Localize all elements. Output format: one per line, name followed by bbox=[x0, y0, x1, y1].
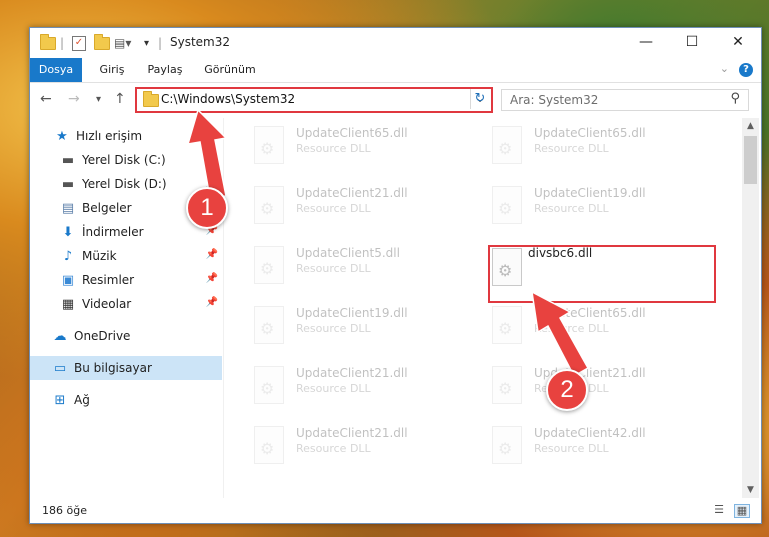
list-item[interactable]: UpdateClient21.dll Resource DLL bbox=[224, 358, 454, 410]
tab-home[interactable]: Giriş bbox=[92, 58, 132, 82]
sidebar-item-pictures[interactable]: ▣ Resimler 📌 bbox=[30, 268, 222, 292]
qa-dropdown-icon[interactable]: ▾ bbox=[144, 34, 149, 52]
list-item[interactable]: UpdateClient19.dll Resource DLL bbox=[462, 178, 692, 230]
pin-icon[interactable]: 📌 bbox=[206, 249, 218, 260]
network-icon: ⊞ bbox=[54, 392, 66, 408]
highlight-box bbox=[488, 245, 716, 303]
expand-ribbon-icon[interactable]: ⌄ bbox=[720, 62, 729, 75]
search-box[interactable]: Ara: System32 ⚲ bbox=[501, 89, 749, 111]
tab-share[interactable]: Paylaş bbox=[142, 58, 188, 82]
pin-icon[interactable]: 📌 bbox=[206, 153, 218, 164]
drive-icon: ▬ bbox=[61, 176, 75, 192]
title-bar: | ✓ ▤▾ ▾ | System32 — ☐ ✕ bbox=[30, 28, 761, 58]
status-bar: 186 öğe ☰ ▦ bbox=[30, 499, 761, 523]
dll-file-icon bbox=[254, 306, 284, 344]
back-arrow-icon[interactable]: ← bbox=[40, 91, 52, 107]
scroll-up-icon[interactable]: ▲ bbox=[742, 118, 759, 134]
new-folder-icon[interactable] bbox=[94, 33, 110, 52]
navigation-pane: ★ Hızlı erişim ▬ Yerel Disk (C:) 📌 ▬ Yer… bbox=[30, 118, 224, 498]
dll-file-icon bbox=[492, 186, 522, 224]
scroll-down-icon[interactable]: ▼ bbox=[742, 482, 759, 498]
up-arrow-icon[interactable]: ↑ bbox=[114, 91, 126, 107]
dll-file-icon bbox=[492, 366, 522, 404]
list-item[interactable]: UpdateClient65.dll Resource DLL bbox=[462, 298, 692, 350]
refresh-icon[interactable]: ↻ bbox=[470, 89, 489, 109]
dll-file-icon bbox=[254, 126, 284, 164]
address-path: C:\Windows\System32 bbox=[161, 92, 296, 106]
search-input[interactable]: Ara: System32 bbox=[510, 93, 598, 107]
sidebar-item-onedrive[interactable]: ☁ OneDrive bbox=[30, 324, 222, 348]
vertical-scrollbar[interactable]: ▲ ▼ bbox=[742, 118, 759, 498]
forward-arrow-icon[interactable]: → bbox=[68, 91, 80, 107]
pictures-icon: ▣ bbox=[61, 272, 75, 288]
tab-file[interactable]: Dosya bbox=[30, 58, 82, 82]
pin-icon[interactable]: 📌 bbox=[206, 273, 218, 284]
sidebar-item-disk-c[interactable]: ▬ Yerel Disk (C:) 📌 bbox=[30, 148, 222, 172]
maximize-button[interactable]: ☐ bbox=[669, 28, 715, 58]
callout-2: 2 bbox=[546, 369, 588, 411]
details-view-icon[interactable]: ☰ bbox=[712, 504, 726, 516]
computer-icon: ▭ bbox=[53, 360, 67, 376]
documents-icon: ▤ bbox=[61, 200, 75, 216]
help-icon[interactable]: ? bbox=[739, 63, 753, 77]
list-item[interactable]: UpdateClient5.dll Resource DLL bbox=[224, 238, 454, 290]
large-icons-view-icon[interactable]: ▦ bbox=[734, 504, 750, 518]
close-button[interactable]: ✕ bbox=[715, 28, 761, 58]
dll-file-icon bbox=[492, 306, 522, 344]
minimize-button[interactable]: — bbox=[623, 28, 669, 58]
window-title: System32 bbox=[170, 35, 231, 49]
dll-file-icon bbox=[254, 186, 284, 224]
star-icon: ★ bbox=[56, 128, 68, 144]
dll-file-icon bbox=[254, 246, 284, 284]
file-list: UpdateClient65.dll Resource DLL UpdateCl… bbox=[224, 118, 742, 498]
cloud-icon: ☁ bbox=[53, 328, 67, 344]
sidebar-item-this-pc[interactable]: ▭ Bu bilgisayar bbox=[30, 356, 222, 380]
sidebar-item-network[interactable]: ⊞ Ağ bbox=[30, 388, 222, 412]
item-count: 186 öğe bbox=[42, 504, 87, 517]
dll-file-icon bbox=[254, 426, 284, 464]
navigation-bar: ← → ▾ ↑ C:\Windows\System32 ⌄ ↻ Ara: Sys… bbox=[30, 83, 761, 117]
videos-icon: ▦ bbox=[61, 296, 75, 312]
address-bar[interactable]: C:\Windows\System32 ⌄ bbox=[135, 87, 493, 113]
tab-view[interactable]: Görünüm bbox=[200, 58, 260, 82]
dll-file-icon bbox=[492, 126, 522, 164]
sidebar-item-music[interactable]: ♪ Müzik 📌 bbox=[30, 244, 222, 268]
list-item[interactable]: UpdateClient65.dll Resource DLL bbox=[462, 118, 692, 170]
list-item[interactable]: UpdateClient21.dll Resource DLL bbox=[224, 178, 454, 230]
explorer-window: | ✓ ▤▾ ▾ | System32 — ☐ ✕ Dosya Giriş Pa… bbox=[29, 27, 762, 524]
music-icon: ♪ bbox=[63, 248, 73, 264]
sidebar-item-videos[interactable]: ▦ Videolar 📌 bbox=[30, 292, 222, 316]
separator: | bbox=[158, 36, 163, 50]
scroll-thumb[interactable] bbox=[744, 136, 757, 184]
folder-icon bbox=[40, 33, 56, 52]
sidebar-item-quick-access[interactable]: ★ Hızlı erişim bbox=[30, 124, 222, 148]
list-item[interactable]: UpdateClient19.dll Resource DLL bbox=[224, 298, 454, 350]
list-item[interactable]: UpdateClient42.dll Resource DLL bbox=[462, 418, 692, 470]
dll-file-icon bbox=[492, 426, 522, 464]
search-icon[interactable]: ⚲ bbox=[730, 91, 740, 106]
recent-locations-icon[interactable]: ▾ bbox=[96, 94, 101, 105]
folder-icon bbox=[143, 91, 159, 107]
dll-file-icon bbox=[254, 366, 284, 404]
separator: | bbox=[60, 36, 65, 50]
pin-icon[interactable]: 📌 bbox=[206, 297, 218, 308]
customize-icon[interactable]: ▤▾ bbox=[114, 34, 131, 52]
callout-1: 1 bbox=[186, 187, 228, 229]
list-item[interactable]: UpdateClient65.dll Resource DLL bbox=[224, 118, 454, 170]
list-item[interactable]: UpdateClient21.dll Resource DLL bbox=[224, 418, 454, 470]
ribbon: Dosya Giriş Paylaş Görünüm ⌄ ? bbox=[30, 58, 761, 83]
download-icon: ⬇ bbox=[62, 224, 74, 240]
drive-icon: ▬ bbox=[61, 152, 75, 168]
properties-icon[interactable]: ✓ bbox=[72, 34, 86, 52]
